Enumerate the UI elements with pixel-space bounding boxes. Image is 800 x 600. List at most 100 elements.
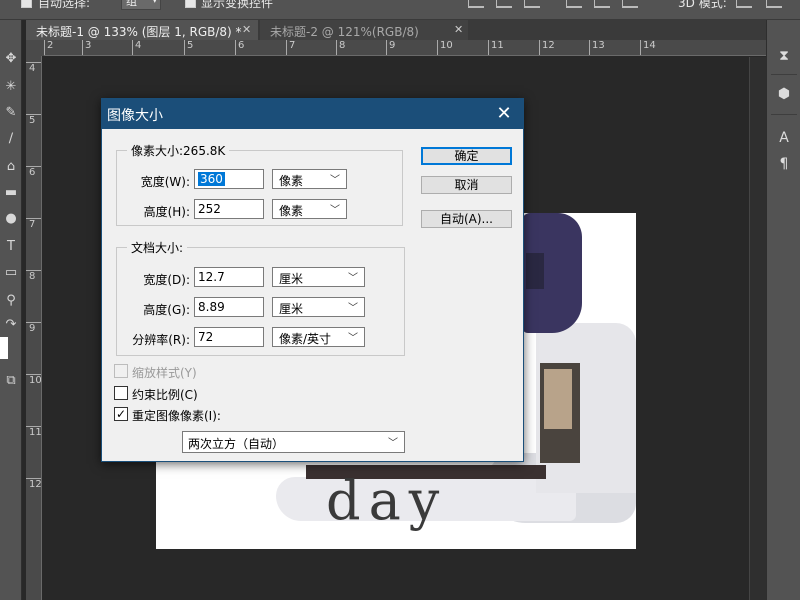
show-transform-label: 显示变换控件 <box>201 0 274 10</box>
chevron-down-icon: ﹀ <box>348 273 358 284</box>
gradient-icon[interactable]: ▬ <box>2 184 20 202</box>
ruler-tick: 10 <box>437 40 453 55</box>
ruler-tick: 3 <box>82 40 91 55</box>
resample-method-select[interactable]: 两次立方（自动） ﹀ <box>182 431 405 453</box>
tab-document-2-title: 未标题-2 @ 121%(RGB/8) <box>270 25 419 39</box>
checkmark-icon: ✓ <box>115 407 127 421</box>
brush-icon[interactable]: ∕ <box>2 130 20 148</box>
show-transform-checkbox[interactable] <box>185 0 196 8</box>
doc-height-unit-select[interactable]: 厘米 ﹀ <box>272 297 365 317</box>
chevron-down-icon: ﹀ <box>388 438 398 449</box>
chevron-down-icon: ﹀ <box>330 205 340 216</box>
align-top-icon[interactable] <box>468 0 484 8</box>
tools-panel: ✥ ✳ ✎ ∕ ⌂ ▬ ● T ▭ ⚲ ↷ ⧉ <box>0 20 22 600</box>
mode-3d-label: 3D 模式: <box>678 0 727 10</box>
resample-method-value: 两次立方（自动） <box>188 437 285 451</box>
dodge-icon[interactable]: ● <box>2 210 20 228</box>
auto-select-checkbox[interactable] <box>21 0 32 8</box>
screen-mode-icon[interactable]: ⧉ <box>2 372 20 390</box>
auto-button[interactable]: 自动(A)... <box>421 210 512 228</box>
align-right-icon[interactable] <box>622 0 638 8</box>
resample-image-label: 重定图像像素(I): <box>132 409 221 423</box>
tab-document-1[interactable]: 未标题-1 @ 133% (图层 1, RGB/8) * ✕ <box>26 20 258 40</box>
ruler-tick: 7 <box>286 40 295 55</box>
resample-image-checkbox[interactable]: ✓ <box>114 407 128 421</box>
ruler-tick: 12 <box>539 40 555 55</box>
eyedropper-icon[interactable]: ✎ <box>2 104 20 122</box>
ruler-tick: 9 <box>26 322 41 334</box>
close-icon[interactable]: ✕ <box>242 23 251 36</box>
pixel-width-unit-select[interactable]: 像素 ﹀ <box>272 169 347 189</box>
image-figure-mask <box>526 253 544 289</box>
close-icon[interactable]: ✕ <box>454 23 463 36</box>
character-icon[interactable]: A <box>774 128 794 148</box>
image-text: day <box>326 469 448 532</box>
foreground-color-swatch[interactable] <box>0 337 8 359</box>
scale-styles-checkbox[interactable] <box>114 364 128 378</box>
ruler-tick: 5 <box>26 114 41 126</box>
3d-panel-icon[interactable]: ⬢ <box>774 84 794 104</box>
align-center-icon[interactable] <box>594 0 610 8</box>
chevron-down-icon: ﹀ <box>348 333 358 344</box>
vertical-ruler: 4 5 6 7 8 9 10 11 12 <box>26 56 42 600</box>
resolution-label: 分辨率(R): <box>132 333 190 347</box>
cancel-button[interactable]: 取消 <box>421 176 512 194</box>
ruler-tick: 11 <box>26 426 41 438</box>
image-size-dialog: 图像大小 ✕ 像素大小:265.8K 宽度(W): 360 像素 ﹀ 高度(H):… <box>101 98 524 462</box>
stamp-icon[interactable]: ⌂ <box>2 158 20 176</box>
dialog-titlebar[interactable]: 图像大小 ✕ <box>102 99 523 129</box>
align-bottom-icon[interactable] <box>524 0 540 8</box>
paragraph-icon[interactable]: ¶ <box>774 154 794 174</box>
ruler-tick: 12 <box>26 478 41 490</box>
ruler-tick: 7 <box>26 218 41 230</box>
resolution-input[interactable]: 72 <box>194 327 264 347</box>
doc-height-input[interactable]: 8.89 <box>194 297 264 317</box>
vertical-scrollbar[interactable] <box>749 57 766 600</box>
auto-select-dropdown[interactable]: 组 ▾ <box>121 0 161 10</box>
tab-document-2[interactable]: 未标题-2 @ 121%(RGB/8) ✕ <box>260 20 468 40</box>
ruler-tick: 2 <box>44 40 53 55</box>
zoom-tool-icon[interactable]: ⚲ <box>2 292 20 310</box>
rectangle-tool-icon[interactable]: ▭ <box>2 264 20 282</box>
doc-width-unit-select[interactable]: 厘米 ﹀ <box>272 267 365 287</box>
ruler-tick: 13 <box>589 40 605 55</box>
history-icon[interactable]: ⧗ <box>774 46 794 66</box>
doc-width-input[interactable]: 12.7 <box>194 267 264 287</box>
panel-divider <box>771 114 797 115</box>
ruler-tick: 4 <box>26 62 41 74</box>
swap-colors-icon[interactable]: ↷ <box>2 316 20 334</box>
pixel-height-label: 高度(H): <box>143 205 190 219</box>
panel-dock: ⧗ ⬢ A ¶ <box>766 20 800 600</box>
ruler-corner <box>26 40 44 56</box>
pixel-width-input[interactable]: 360 <box>194 169 264 189</box>
align-left-icon[interactable] <box>566 0 582 8</box>
document-size-legend: 文档大小: <box>127 239 188 256</box>
options-bar: 自动选择: 组 ▾ 显示变换控件 3D 模式: <box>0 0 800 20</box>
chevron-down-icon: ﹀ <box>330 175 340 186</box>
constrain-proportions-checkbox[interactable] <box>114 386 128 400</box>
3d-rotate-icon[interactable] <box>736 0 752 8</box>
ruler-tick: 14 <box>640 40 656 55</box>
constrain-proportions-label: 约束比例(C) <box>132 388 198 402</box>
scale-styles-label: 缩放样式(Y) <box>132 366 197 380</box>
auto-select-label: 自动选择: <box>38 0 91 10</box>
type-tool-icon[interactable]: T <box>2 238 20 256</box>
magic-wand-icon[interactable]: ✳ <box>2 78 20 96</box>
resolution-unit-select[interactable]: 像素/英寸 ﹀ <box>272 327 365 347</box>
ruler-tick: 4 <box>132 40 141 55</box>
3d-roll-icon[interactable] <box>766 0 782 8</box>
close-icon[interactable]: ✕ <box>491 101 517 127</box>
ok-button[interactable]: 确定 <box>421 147 512 165</box>
chevron-down-icon: ﹀ <box>348 303 358 314</box>
panel-divider <box>771 74 797 75</box>
ruler-tick: 6 <box>235 40 244 55</box>
document-tab-bar: 未标题-1 @ 133% (图层 1, RGB/8) * ✕ 未标题-2 @ 1… <box>26 20 766 40</box>
ruler-tick: 10 <box>26 374 41 386</box>
pixel-height-unit-select[interactable]: 像素 ﹀ <box>272 199 347 219</box>
ruler-tick: 9 <box>386 40 395 55</box>
tab-document-1-title: 未标题-1 @ 133% (图层 1, RGB/8) * <box>36 25 242 39</box>
move-tool-icon[interactable]: ✥ <box>2 50 20 68</box>
align-middle-icon[interactable] <box>496 0 512 8</box>
pixel-height-input[interactable]: 252 <box>194 199 264 219</box>
ruler-tick: 11 <box>488 40 504 55</box>
